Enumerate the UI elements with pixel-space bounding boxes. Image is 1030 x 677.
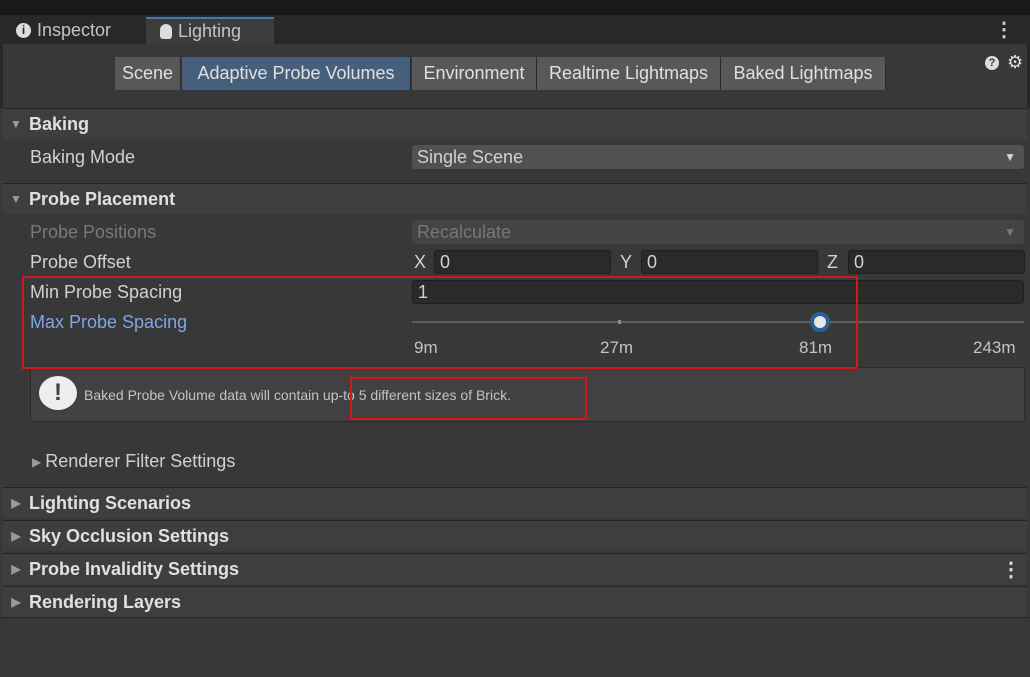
tab-label: Inspector — [37, 20, 111, 41]
more-menu-icon[interactable]: ⋮ — [994, 17, 1014, 42]
section-title: Probe Invalidity Settings — [29, 559, 239, 580]
probe-positions-label: Probe Positions — [30, 222, 156, 243]
tab-lighting[interactable]: Lighting — [146, 17, 274, 44]
tab-inspector[interactable]: i Inspector — [2, 17, 125, 44]
annotation-box-info — [350, 377, 587, 420]
slider-tick-label: 243m — [973, 338, 1016, 358]
baked-lightmaps-tab-button[interactable]: Baked Lightmaps — [721, 57, 886, 90]
section-title: Probe Placement — [29, 189, 175, 210]
toolbar: Scene Adaptive Probe Volumes Environment… — [0, 44, 1030, 108]
y-label: Y — [620, 252, 632, 273]
section-title: Sky Occlusion Settings — [29, 526, 229, 547]
section-probe-placement[interactable]: ▼Probe Placement — [3, 183, 1027, 214]
offset-y-input[interactable]: 0 — [641, 250, 818, 274]
help-icon[interactable]: ? — [985, 56, 999, 70]
scene-tab-button[interactable]: Scene — [115, 57, 181, 90]
collapsed-triangle-icon: ▶ — [3, 496, 29, 510]
section-title: Baking — [29, 114, 89, 135]
section-probe-invalidity[interactable]: ▶Probe Invalidity Settings ⋮ — [3, 553, 1027, 584]
collapsed-triangle-icon: ▶ — [3, 595, 29, 609]
expanded-triangle-icon: ▼ — [3, 117, 29, 131]
title-band — [0, 0, 1030, 15]
dropdown-value: Single Scene — [417, 147, 523, 168]
tab-bar: i Inspector Lighting ⋮ — [0, 15, 1030, 44]
section-title: Rendering Layers — [29, 592, 181, 613]
realtime-lightmaps-tab-button[interactable]: Realtime Lightmaps — [537, 57, 721, 90]
offset-x-input[interactable]: 0 — [434, 250, 611, 274]
section-rendering-layers[interactable]: ▶Rendering Layers — [3, 586, 1027, 617]
x-label: X — [414, 252, 426, 273]
baking-mode-label: Baking Mode — [30, 147, 135, 168]
foldout-label: Renderer Filter Settings — [45, 451, 235, 472]
empty-area — [0, 617, 1030, 677]
collapsed-triangle-icon: ▶ — [32, 455, 41, 469]
tab-label: Lighting — [178, 21, 241, 42]
adaptive-probe-volumes-tab-button[interactable]: Adaptive Probe Volumes — [182, 57, 411, 90]
offset-z-input[interactable]: 0 — [848, 250, 1025, 274]
collapsed-triangle-icon: ▶ — [3, 562, 29, 576]
renderer-filter-settings-foldout[interactable]: ▶ Renderer Filter Settings — [32, 451, 235, 472]
section-baking[interactable]: ▼Baking — [3, 108, 1027, 139]
dropdown-value: Recalculate — [417, 222, 511, 243]
info-icon: i — [16, 23, 31, 38]
collapsed-triangle-icon: ▶ — [3, 529, 29, 543]
chevron-down-icon: ▼ — [1004, 150, 1016, 164]
annotation-box-spacing — [22, 276, 858, 369]
section-title: Lighting Scenarios — [29, 493, 191, 514]
more-menu-icon[interactable]: ⋮ — [1001, 557, 1021, 582]
expanded-triangle-icon: ▼ — [3, 192, 29, 206]
chevron-down-icon: ▼ — [1004, 225, 1016, 239]
section-lighting-scenarios[interactable]: ▶Lighting Scenarios — [3, 487, 1027, 518]
baking-mode-dropdown[interactable]: Single Scene ▼ — [412, 145, 1024, 169]
probe-positions-dropdown: Recalculate ▼ — [412, 220, 1024, 244]
environment-tab-button[interactable]: Environment — [412, 57, 537, 90]
gear-icon[interactable]: ⚙ — [1007, 52, 1023, 73]
lightbulb-icon — [160, 24, 172, 39]
probe-offset-label: Probe Offset — [30, 252, 131, 273]
info-bubble-icon: ! — [39, 376, 77, 410]
z-label: Z — [827, 252, 838, 273]
section-sky-occlusion[interactable]: ▶Sky Occlusion Settings — [3, 520, 1027, 551]
